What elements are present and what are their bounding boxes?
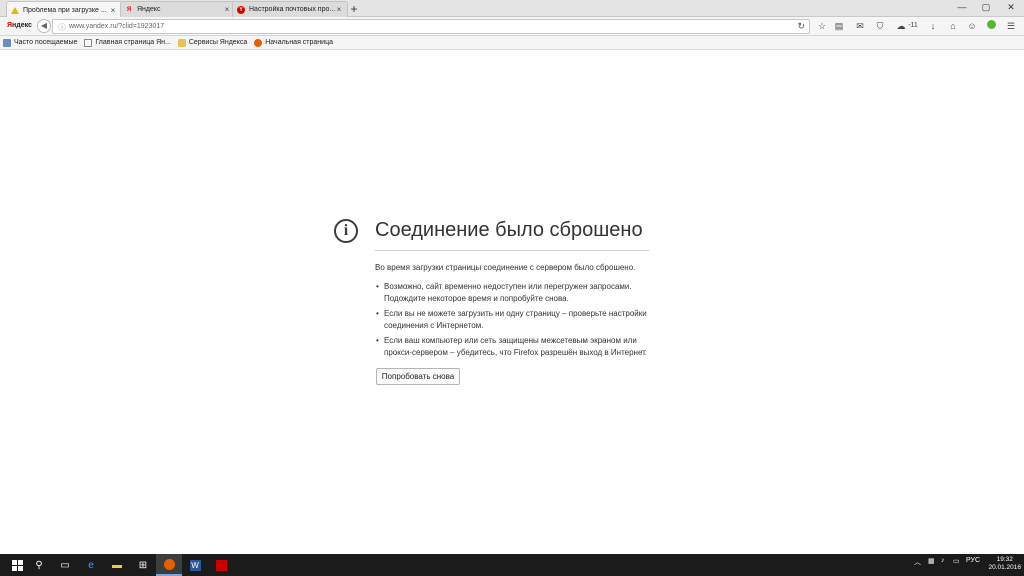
new-tab-button[interactable]: + bbox=[348, 2, 360, 16]
word-icon[interactable]: W bbox=[182, 554, 208, 576]
firefox-taskbar-icon[interactable] bbox=[156, 554, 182, 576]
folder-icon bbox=[177, 38, 186, 47]
input-language[interactable]: РУС bbox=[966, 557, 980, 564]
extension-icon[interactable] bbox=[984, 20, 998, 32]
back-button[interactable]: ◀ bbox=[37, 19, 51, 33]
maximize-button[interactable]: ▢ bbox=[976, 2, 996, 13]
bookmark-label: Главная страница Ян... bbox=[95, 39, 171, 46]
download-icon[interactable]: ↓ bbox=[926, 20, 940, 32]
url-bar[interactable]: ⓘ www.yandex.ru/?clid=1923017 ↻ bbox=[52, 19, 810, 34]
star-icon bbox=[3, 38, 11, 47]
window-close-button[interactable]: ✕ bbox=[1001, 2, 1021, 13]
bookmark-star-icon[interactable]: ☆ bbox=[815, 20, 829, 32]
close-icon[interactable]: × bbox=[335, 5, 343, 14]
page-title: Соединение было сброшено bbox=[375, 219, 643, 241]
bookmark-yandex-home[interactable]: Главная страница Ян... bbox=[84, 38, 171, 47]
pocket-icon[interactable]: ⛉ bbox=[873, 20, 887, 32]
home-icon[interactable]: ⌂ bbox=[946, 20, 960, 32]
bookmark-label: Начальная страница bbox=[265, 39, 333, 46]
mail-icon[interactable]: ✉ bbox=[853, 20, 867, 32]
file-explorer-icon[interactable]: ▬ bbox=[104, 554, 130, 576]
page-icon bbox=[84, 38, 93, 47]
menu-icon[interactable]: ☰ bbox=[1004, 20, 1018, 32]
list-item: Возможно, сайт временно недоступен или п… bbox=[375, 281, 665, 305]
minimize-button[interactable]: — bbox=[952, 2, 972, 12]
list-item: Если вы не можете загрузить ни одну стра… bbox=[375, 308, 665, 332]
tab-title: Настройка почтовых про... bbox=[249, 6, 335, 13]
bookmark-frequent[interactable]: Часто посещаемые bbox=[3, 38, 78, 47]
bookmarks-menu-icon[interactable]: ▤ bbox=[832, 20, 846, 32]
edge-icon[interactable]: e bbox=[78, 554, 104, 576]
error-suggestions: Возможно, сайт временно недоступен или п… bbox=[375, 281, 665, 362]
chevron-up-icon[interactable]: ︿ bbox=[914, 557, 921, 567]
warning-icon bbox=[11, 6, 19, 14]
error-description: Во время загрузки страницы соединение с … bbox=[375, 263, 636, 272]
bookmark-label: Сервисы Яндекса bbox=[188, 39, 248, 46]
bookmark-start-page[interactable]: Начальная страница bbox=[254, 38, 333, 47]
tab-title: Проблема при загрузке ... bbox=[23, 6, 107, 14]
tab-problem-loading[interactable]: Проблема при загрузке ... × bbox=[6, 1, 122, 18]
windows-logo-icon bbox=[11, 559, 23, 571]
store-icon[interactable]: ⊞ bbox=[130, 554, 156, 576]
yandex-mail-icon: Y bbox=[237, 5, 245, 14]
yandex-icon: Я bbox=[126, 6, 132, 13]
volume-icon[interactable]: ♪ bbox=[941, 557, 945, 564]
search-icon[interactable]: ⚲ bbox=[26, 554, 52, 576]
reload-icon[interactable]: ↻ bbox=[797, 21, 805, 32]
tab-strip: Проблема при загрузке ... × Я Яндекс × Y… bbox=[0, 0, 1024, 18]
clock-date: 20.01.2016 bbox=[988, 564, 1021, 571]
battery-icon[interactable]: ▭ bbox=[953, 557, 960, 565]
close-icon[interactable]: × bbox=[223, 5, 231, 14]
close-icon[interactable]: × bbox=[109, 6, 117, 15]
tab-mail-settings[interactable]: Y Настройка почтовых про... × bbox=[232, 1, 348, 17]
tab-yandex[interactable]: Я Яндекс × bbox=[120, 1, 236, 17]
list-item: Если ваш компьютер или сеть защищены меж… bbox=[375, 335, 665, 359]
app-icon[interactable] bbox=[208, 554, 234, 576]
title-divider bbox=[375, 250, 649, 251]
tab-title: Яндекс bbox=[137, 6, 161, 13]
bookmark-yandex-services[interactable]: Сервисы Яндекса bbox=[177, 38, 248, 47]
info-circle-icon: i bbox=[334, 219, 358, 243]
clock-time: 19:32 bbox=[996, 556, 1013, 563]
info-icon[interactable]: ⓘ bbox=[58, 22, 66, 33]
yandex-logo[interactable]: Яндекс bbox=[7, 22, 32, 29]
network-icon[interactable]: ▦ bbox=[928, 557, 935, 565]
retry-button[interactable]: Попробовать снова bbox=[376, 368, 460, 385]
taskbar: ⚲ ▭ e ▬ ⊞ W ︿ ▦ ♪ ▭ РУС 19:32 20.01.2016 bbox=[0, 554, 1024, 576]
chat-icon[interactable]: ☺ bbox=[965, 20, 979, 32]
url-text[interactable]: www.yandex.ru/?clid=1923017 bbox=[69, 23, 164, 30]
bookmark-label: Часто посещаемые bbox=[14, 39, 78, 46]
firefox-icon bbox=[254, 38, 263, 47]
task-view-icon[interactable]: ▭ bbox=[52, 554, 78, 576]
temperature-value[interactable]: -11 bbox=[905, 20, 921, 32]
nav-toolbar: Яндекс ◀ ⓘ www.yandex.ru/?clid=1923017 ↻ bbox=[0, 17, 1024, 36]
system-clock[interactable]: 19:32 20.01.2016 bbox=[988, 556, 1021, 572]
bookmarks-bar: Часто посещаемые Главная страница Ян... … bbox=[0, 36, 1024, 50]
arrow-left-icon: ◀ bbox=[40, 21, 48, 30]
